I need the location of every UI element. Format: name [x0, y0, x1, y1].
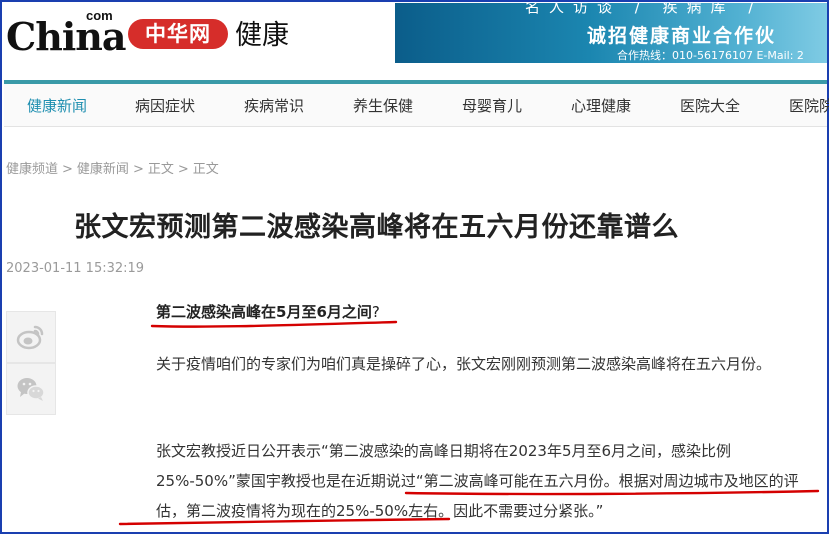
nav-item-hospitals[interactable]: 医院大全 — [680, 84, 740, 126]
banner-main-text: 诚招健康商业合作伙 — [587, 25, 777, 47]
logo-com-text: com — [86, 8, 113, 23]
breadcrumb-body[interactable]: 正文 — [148, 162, 174, 177]
annotation-underline-subhead — [150, 320, 398, 328]
nav-item-hospital-more[interactable]: 医院院 — [789, 84, 829, 126]
breadcrumb-separator: > — [62, 162, 73, 177]
channel-title[interactable]: 健康 — [235, 13, 289, 52]
ad-banner[interactable]: 名人访谈 / 疾病库 / 诚招健康商业合作伙 合作热线：010-56176107… — [395, 3, 827, 63]
wechat-icon — [17, 378, 45, 401]
breadcrumb-separator: > — [177, 162, 189, 177]
article-paragraph-1: 关于疫情咱们的专家们为咱们真是操碎了心，张文宏刚刚预测第二波感染高峰将在五六月份… — [156, 355, 772, 373]
breadcrumb-separator: > — [132, 162, 144, 177]
article-date: 2023-01-11 15:32:19 — [6, 261, 145, 276]
share-weibo-button[interactable] — [6, 311, 56, 363]
logo-cn-badge: 中华网 — [128, 19, 228, 49]
nav-item-health-care[interactable]: 养生保健 — [353, 84, 413, 126]
nav-item-disease-knowledge[interactable]: 疾病常识 — [244, 84, 304, 126]
annotation-underline-quote — [404, 489, 820, 496]
article-title: 张文宏预测第二波感染高峰将在五六月份还靠谱么 — [74, 212, 679, 243]
breadcrumb-health-channel[interactable]: 健康频道 — [6, 162, 58, 177]
banner-top-text: 名人访谈 / 疾病库 / — [525, 3, 763, 16]
share-wechat-button[interactable] — [6, 363, 56, 415]
breadcrumb: 健康频道 > 健康新闻 > 正文 > 正文 — [6, 158, 219, 177]
banner-contact-text: 合作热线：010-56176107 E-Mail: 2 — [617, 49, 804, 62]
site-logo[interactable]: China com 中华网 — [6, 8, 231, 60]
weibo-icon — [16, 325, 44, 350]
nav-item-health-news[interactable]: 健康新闻 — [27, 84, 87, 126]
nav-item-parenting[interactable]: 母婴育儿 — [462, 84, 522, 126]
annotation-underline-estimate — [118, 517, 451, 526]
channel-nav: 健康新闻 病因症状 疾病常识 养生保健 母婴育儿 心理健康 医院大全 医院院 — [4, 84, 829, 127]
nav-item-mental-health[interactable]: 心理健康 — [571, 84, 631, 126]
breadcrumb-health-news[interactable]: 健康新闻 — [77, 162, 129, 177]
breadcrumb-current: 正文 — [192, 162, 219, 177]
nav-item-causes-symptoms[interactable]: 病因症状 — [135, 84, 195, 126]
